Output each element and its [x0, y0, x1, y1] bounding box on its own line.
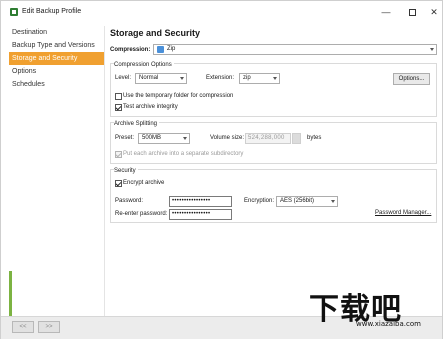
- minimize-icon: —: [381, 7, 391, 17]
- compression-select[interactable]: Zip: [153, 44, 437, 55]
- sidebar-item-options[interactable]: Options: [9, 65, 104, 78]
- sidebar-item-storage-security[interactable]: Storage and Security: [9, 52, 104, 65]
- temp-folder-checkbox[interactable]: [115, 93, 122, 100]
- temp-folder-label: Use the temporary folder for compression: [123, 93, 234, 99]
- encrypt-archive-checkbox[interactable]: [115, 180, 122, 187]
- test-integrity-checkbox[interactable]: [115, 104, 122, 111]
- next-button[interactable]: >>: [38, 321, 60, 333]
- preset-select[interactable]: 500MB: [138, 133, 190, 144]
- encryption-select[interactable]: AES (256bit): [276, 196, 338, 207]
- close-button[interactable]: ✕: [425, 4, 443, 20]
- volume-size-input[interactable]: 524,288,000: [245, 133, 291, 144]
- subdirectory-checkbox[interactable]: [115, 151, 122, 158]
- options-button[interactable]: Options...: [393, 73, 430, 85]
- test-integrity-label: Test archive integrity: [123, 104, 178, 110]
- chevron-down-icon: [183, 137, 187, 140]
- level-select[interactable]: Normal: [135, 73, 187, 84]
- previous-button[interactable]: <<: [12, 321, 34, 333]
- preset-label: Preset:: [115, 135, 135, 141]
- maximize-icon: [408, 8, 416, 16]
- password-manager-link[interactable]: Password Manager...: [375, 210, 431, 216]
- reenter-password-label: Re-enter password:: [115, 211, 168, 217]
- level-value: Normal: [139, 75, 159, 81]
- chevron-down-icon: [430, 48, 434, 51]
- archive-splitting-title: Archive Splitting: [114, 121, 160, 127]
- sidebar-item-destination[interactable]: Destination: [9, 26, 104, 39]
- zip-icon: [157, 46, 164, 53]
- volume-size-label: Volume size:: [210, 135, 245, 141]
- page-title: Storage and Security: [110, 28, 201, 38]
- reenter-password-field[interactable]: ••••••••••••••••: [169, 209, 232, 220]
- password-label: Password:: [115, 198, 144, 204]
- title-bar: Edit Backup Profile — ✕: [1, 1, 442, 23]
- encryption-label: Encryption:: [244, 198, 275, 204]
- chevron-down-icon: [273, 77, 277, 80]
- chevron-down-icon: [180, 77, 184, 80]
- app-icon: [10, 8, 18, 16]
- window-title: Edit Backup Profile: [22, 8, 82, 15]
- password-field[interactable]: ••••••••••••••••: [169, 196, 232, 207]
- extension-select[interactable]: zip: [239, 73, 280, 84]
- sidebar: Destination Backup Type and Versions Sto…: [9, 26, 105, 316]
- edit-backup-profile-window: Edit Backup Profile — ✕ Destination Back…: [0, 0, 443, 339]
- extension-value: zip: [243, 75, 251, 81]
- sidebar-item-backup-type[interactable]: Backup Type and Versions: [9, 39, 104, 52]
- encryption-value: AES (256bit): [280, 198, 315, 204]
- minimize-button[interactable]: —: [373, 4, 399, 20]
- volume-size-spinner[interactable]: [292, 133, 301, 144]
- chevron-down-icon: [331, 200, 335, 203]
- compression-label: Compression:: [110, 47, 151, 53]
- encrypt-archive-label: Encrypt archive: [123, 180, 165, 186]
- security-title: Security: [114, 168, 138, 174]
- watermark-url: www.xiazaiba.com: [356, 320, 421, 328]
- watermark-logo: 下载吧 www.xiazaiba.com: [301, 284, 441, 334]
- level-label: Level:: [115, 75, 132, 81]
- volume-unit-label: bytes: [307, 135, 322, 141]
- close-icon: ✕: [430, 6, 438, 17]
- compression-options-title: Compression Options: [114, 62, 174, 68]
- extension-label: Extension:: [206, 75, 235, 81]
- maximize-button[interactable]: [399, 4, 425, 20]
- preset-value: 500MB: [142, 135, 162, 141]
- sidebar-accent-strip: [9, 271, 12, 316]
- subdirectory-label: Put each archive into a separate subdire…: [123, 151, 244, 157]
- compression-value: Zip: [167, 46, 176, 52]
- sidebar-item-schedules[interactable]: Schedules: [9, 78, 104, 91]
